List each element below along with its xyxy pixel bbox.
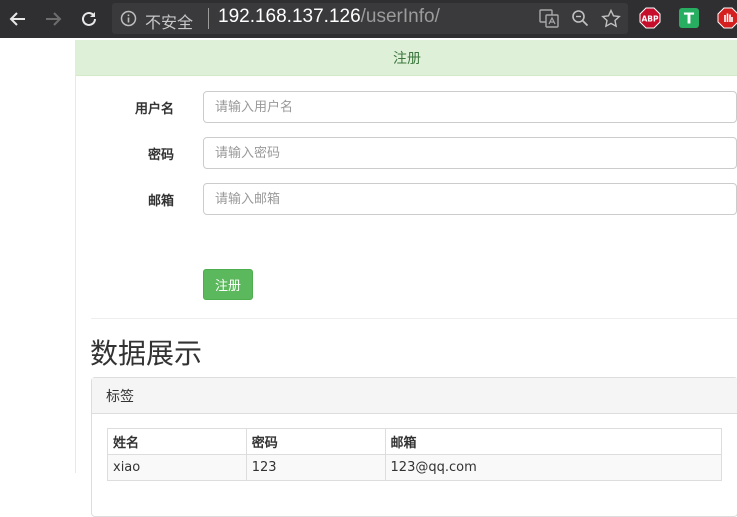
user-data-table: 姓名 密码 邮箱 xiao 123 123@qq.com	[107, 428, 723, 481]
table-row: xiao 123 123@qq.com	[107, 454, 723, 481]
password-label: 密码	[147, 148, 174, 163]
url-text: 192.168.137.126/userInfo/	[218, 6, 440, 28]
reload-icon	[82, 11, 96, 26]
email-input[interactable]	[203, 183, 737, 215]
register-panel-header: 注册	[76, 40, 737, 76]
back-button[interactable]	[5, 6, 31, 32]
adblock-extension-icon[interactable]: ABP	[639, 7, 661, 29]
t-extension-icon[interactable]: T	[678, 7, 700, 29]
username-input[interactable]	[203, 91, 737, 123]
section-divider	[91, 318, 737, 319]
hand-extension-icon[interactable]	[717, 7, 737, 29]
reload-button[interactable]	[76, 6, 102, 32]
forward-button[interactable]	[40, 6, 66, 32]
address-bar[interactable]: 不安全 192.168.137.126/userInfo/	[112, 3, 628, 34]
data-panel: 标签 姓名 密码 邮箱 xiao 123 123@qq.com	[91, 377, 737, 517]
url-host: 192.168.137.126	[218, 6, 361, 27]
panel-heading: 标签	[92, 378, 737, 414]
form-row-email: 邮箱	[76, 183, 737, 215]
info-icon[interactable]	[120, 10, 137, 31]
form-row-password: 密码	[76, 137, 737, 169]
table-header-row: 姓名 密码 邮箱	[107, 428, 723, 455]
forward-arrow-icon	[46, 12, 62, 26]
column-header-password: 密码	[245, 428, 386, 455]
data-section-title: 数据展示	[90, 337, 203, 370]
address-separator	[208, 8, 209, 29]
security-label: 不安全	[145, 13, 194, 32]
zoom-icon[interactable]	[571, 9, 590, 32]
column-header-name: 姓名	[107, 428, 247, 455]
table-cell-name: xiao	[107, 454, 247, 481]
email-label: 邮箱	[147, 194, 174, 209]
browser-toolbar: 不安全 192.168.137.126/userInfo/ ABP T	[0, 0, 737, 38]
password-input[interactable]	[203, 137, 737, 169]
table-cell-email: 123@qq.com	[384, 454, 723, 481]
t-extension-label: T	[684, 10, 695, 28]
column-header-email: 邮箱	[384, 428, 723, 455]
adblock-extension-label: ABP	[641, 15, 659, 24]
star-icon[interactable]	[601, 8, 621, 32]
register-button[interactable]: 注册	[203, 269, 253, 300]
page-content: 注册 用户名 密码 邮箱 注册 数据展示 标签 姓名 密码 邮箱	[75, 40, 737, 517]
table-cell-password: 123	[245, 454, 386, 481]
username-label: 用户名	[134, 102, 174, 117]
url-path: /userInfo/	[360, 6, 440, 27]
back-arrow-icon	[9, 12, 25, 26]
translate-icon[interactable]	[539, 9, 559, 32]
form-row-username: 用户名	[76, 91, 737, 123]
